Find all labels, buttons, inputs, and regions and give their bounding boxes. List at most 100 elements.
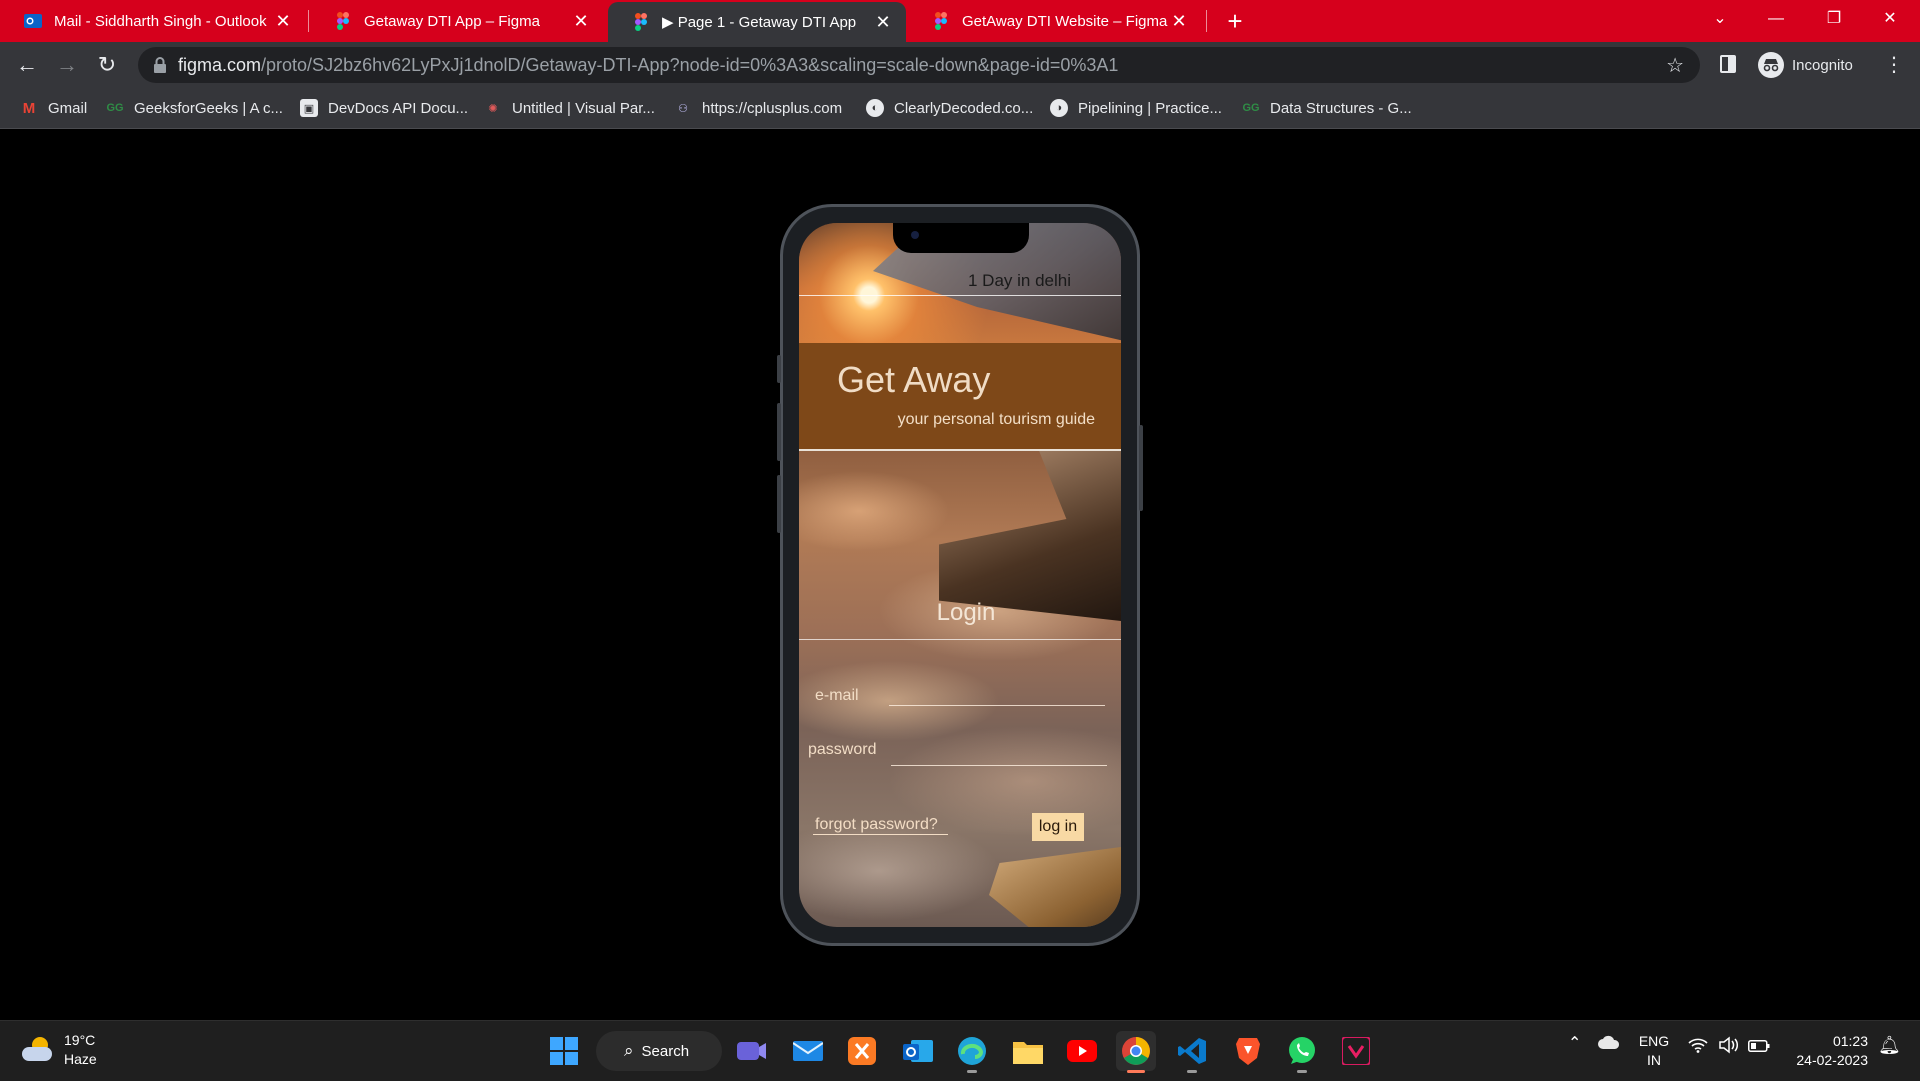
bookmark-clearlydecoded[interactable]: ◐ ClearlyDecoded.co... xyxy=(866,96,1033,120)
mail-app[interactable] xyxy=(788,1031,828,1071)
brave-icon xyxy=(1236,1038,1260,1065)
bookmark-label: https://cplusplus.com xyxy=(702,99,843,117)
figma-icon xyxy=(635,13,647,31)
vectr-icon xyxy=(1342,1037,1370,1065)
lang-region: IN xyxy=(1647,1052,1661,1068)
clearlydecoded-icon: ◐ xyxy=(866,99,884,117)
tab-divider xyxy=(308,10,309,32)
brave-app[interactable] xyxy=(1228,1031,1268,1071)
whatsapp-app[interactable] xyxy=(1282,1031,1322,1073)
restore-button[interactable]: ❐ xyxy=(1806,0,1862,38)
tab-search-chevron-icon[interactable]: ⌄ xyxy=(1692,0,1748,38)
bookmark-label: Gmail xyxy=(48,99,88,117)
forward-button[interactable]: → xyxy=(52,50,82,80)
bookmark-geeksforgeeks[interactable]: GG GeeksforGeeks | A c... xyxy=(106,96,283,120)
tab-title: Mail - Siddharth Singh - Outlook xyxy=(54,12,267,30)
close-tab-icon[interactable]: ✕ xyxy=(1168,11,1190,32)
browser-toolbar: ← → ↻ figma.com/proto/SJ2bz6hv62LyPxJj1d… xyxy=(0,42,1920,88)
password-field[interactable] xyxy=(891,765,1107,766)
url-path: /proto/SJ2bz6hv62LyPxJj1dnolD/Getaway-DT… xyxy=(261,55,1119,75)
volume-icon[interactable] xyxy=(1718,1036,1740,1057)
url-text: figma.com/proto/SJ2bz6hv62LyPxJj1dnolD/G… xyxy=(178,55,1118,76)
app-name: Get Away xyxy=(837,359,991,400)
close-tab-icon[interactable]: ✕ xyxy=(272,11,294,32)
running-indicator xyxy=(1187,1070,1197,1073)
email-field[interactable] xyxy=(889,705,1105,706)
weather-haze-icon xyxy=(20,1035,54,1065)
login-button[interactable]: log in xyxy=(1032,813,1084,841)
geeksforgeeks-icon: GG xyxy=(106,102,124,114)
notification-bell-icon[interactable]: 🔔︎ xyxy=(1878,1035,1901,1056)
weather-desc: Haze xyxy=(64,1051,97,1067)
running-indicator xyxy=(1127,1070,1145,1073)
tab-title: Getaway DTI App – Figma xyxy=(364,12,540,30)
phone-frame: 1 Day in delhi Get Away your personal to… xyxy=(777,204,1143,946)
forgot-password-link[interactable]: forgot password? xyxy=(813,816,948,835)
bookmark-cplusplus[interactable]: ⚇ https://cplusplus.com xyxy=(674,96,842,120)
tab-title: GetAway DTI Website – Figma xyxy=(962,12,1168,30)
weather-widget[interactable]: 19°C Haze xyxy=(20,1031,97,1069)
bookmark-devdocs[interactable]: ▣ DevDocs API Docu... xyxy=(300,96,468,120)
phone-notch xyxy=(893,223,1029,253)
clock-time: 01:23 xyxy=(1832,1033,1868,1049)
vscode-app[interactable] xyxy=(1172,1031,1212,1073)
chrome-app[interactable] xyxy=(1116,1031,1156,1073)
input-language-indicator[interactable]: ENG IN xyxy=(1636,1032,1672,1070)
bookmark-pipelining[interactable]: ◑ Pipelining | Practice... xyxy=(1050,96,1222,120)
vectr-app[interactable] xyxy=(1336,1031,1376,1071)
wifi-icon[interactable] xyxy=(1688,1037,1708,1056)
figma-icon xyxy=(337,12,349,30)
onedrive-icon[interactable] xyxy=(1598,1035,1620,1052)
new-tab-button[interactable]: + xyxy=(1220,6,1250,36)
devdocs-icon: ▣ xyxy=(300,99,318,117)
incognito-icon xyxy=(1758,52,1784,78)
trip-banner[interactable]: 1 Day in delhi xyxy=(799,267,1121,296)
incognito-profile-button[interactable]: Incognito xyxy=(1752,48,1867,82)
youtube-app[interactable] xyxy=(1062,1031,1102,1071)
teams-app[interactable] xyxy=(732,1031,772,1071)
brand-header: Get Away your personal tourism guide xyxy=(799,343,1121,451)
bookmark-star-icon[interactable]: ☆ xyxy=(1666,53,1684,78)
start-button[interactable] xyxy=(544,1031,584,1071)
system-clock[interactable]: 01:23 24-02-2023 xyxy=(1788,1032,1868,1070)
bookmark-visual-paradigm[interactable]: ✺ Untitled | Visual Par... xyxy=(484,96,654,120)
whatsapp-icon xyxy=(1289,1037,1315,1064)
divider xyxy=(799,639,1121,640)
outlook-app[interactable] xyxy=(898,1031,938,1071)
address-bar[interactable]: figma.com/proto/SJ2bz6hv62LyPxJj1dnolD/G… xyxy=(138,47,1700,83)
cplusplus-icon: ⚇ xyxy=(678,102,688,115)
bookmark-data-structures[interactable]: GG Data Structures - G... xyxy=(1242,96,1411,120)
close-tab-icon[interactable]: ✕ xyxy=(872,12,894,33)
running-indicator xyxy=(967,1070,977,1073)
bookmark-gmail[interactable]: M Gmail xyxy=(20,96,87,120)
minimize-button[interactable]: — xyxy=(1748,0,1804,38)
file-explorer-icon xyxy=(1013,1042,1043,1064)
file-explorer-app[interactable] xyxy=(1008,1031,1048,1071)
edge-icon xyxy=(958,1037,986,1065)
battery-icon[interactable] xyxy=(1748,1039,1770,1055)
tab-page1-active[interactable]: ▶ Page 1 - Getaway DTI App ✕ xyxy=(608,2,906,42)
taskbar-search[interactable]: ⌕ Search xyxy=(596,1031,722,1071)
incognito-label: Incognito xyxy=(1792,56,1853,74)
tab-outlook[interactable]: Mail - Siddharth Singh - Outlook ✕ xyxy=(0,0,306,42)
tab-getaway-figma[interactable]: Getaway DTI App – Figma ✕ xyxy=(310,0,604,42)
tab-getaway-website[interactable]: GetAway DTI Website – Figma ✕ xyxy=(908,0,1202,42)
back-button[interactable]: ← xyxy=(12,50,42,80)
teams-icon xyxy=(737,1042,766,1060)
url-host: figma.com xyxy=(178,55,262,75)
edge-app[interactable] xyxy=(952,1031,992,1073)
close-window-button[interactable]: ✕ xyxy=(1862,0,1918,38)
phone-side-button xyxy=(777,475,781,533)
clock-date: 24-02-2023 xyxy=(1796,1052,1868,1068)
start-icon xyxy=(550,1037,578,1065)
xampp-app[interactable] xyxy=(842,1031,882,1071)
search-icon: ⌕ xyxy=(624,1041,634,1060)
reload-button[interactable]: ↻ xyxy=(92,50,122,80)
camera-icon xyxy=(911,231,919,239)
browser-menu-icon[interactable]: ⋮ xyxy=(1884,52,1904,77)
mail-icon xyxy=(793,1041,823,1061)
close-tab-icon[interactable]: ✕ xyxy=(570,11,592,32)
show-hidden-icons-chevron-icon[interactable]: ⌃ xyxy=(1568,1033,1581,1053)
side-panel-icon[interactable] xyxy=(1720,55,1736,73)
running-indicator xyxy=(1297,1070,1307,1073)
